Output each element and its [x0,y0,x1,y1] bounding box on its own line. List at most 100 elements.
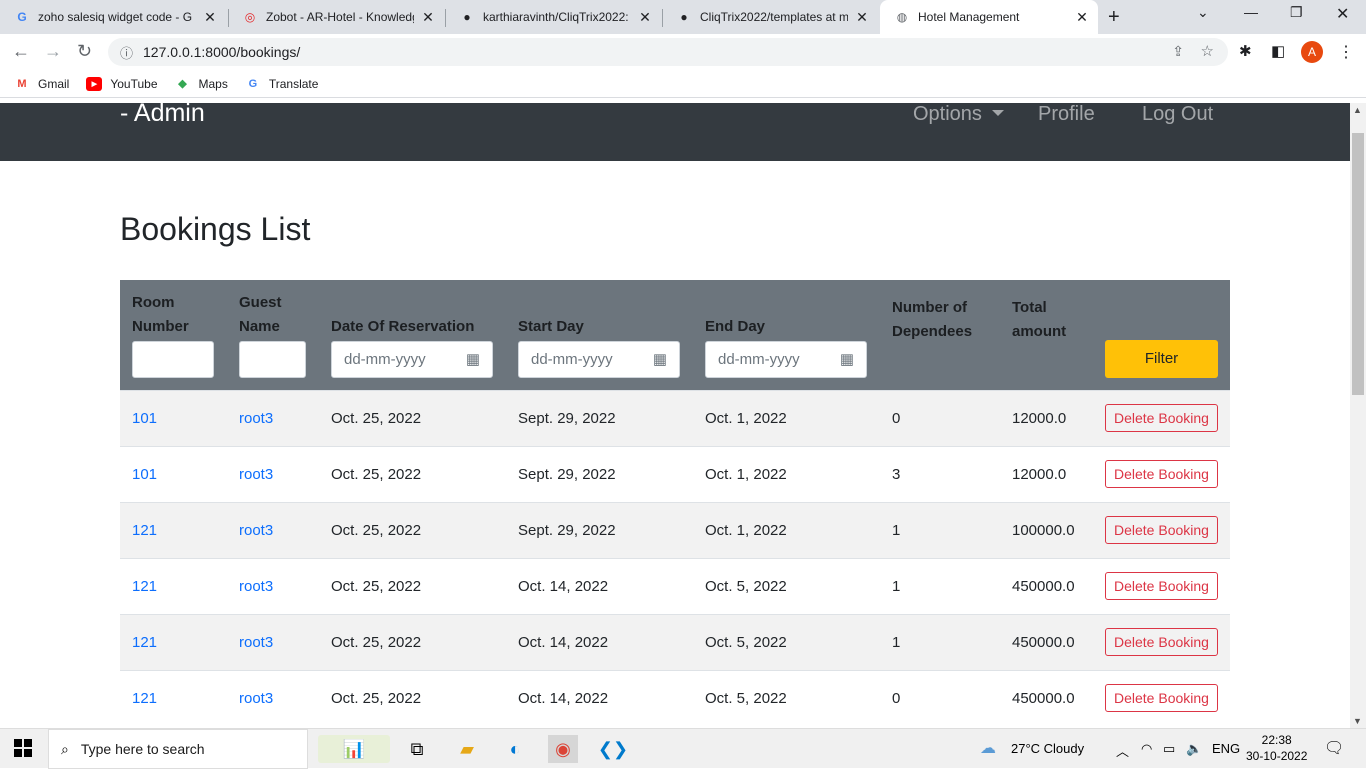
tab-github-repo[interactable]: ● karthiaravinth/CliqTrix2022: C ✕ [445,0,661,34]
guest-name-filter-input[interactable] [239,340,306,378]
vscode-icon[interactable]: ❮❯ [598,735,628,763]
restore-icon[interactable]: ❐ [1290,4,1303,21]
reload-icon[interactable]: ↻ [77,41,92,62]
delete-booking-button[interactable]: Delete Booking [1105,684,1218,713]
close-icon[interactable]: ✕ [202,9,218,26]
network-icon[interactable]: ◠ [1141,741,1152,757]
bookmark-translate[interactable]: G Translate [245,77,319,91]
new-tab-icon[interactable]: + [1108,6,1120,29]
widgets-icon[interactable]: 📊 [318,735,390,763]
room-number-filter-input[interactable] [132,340,214,378]
close-icon[interactable]: ✕ [1074,9,1090,26]
tab-title: CliqTrix2022/templates at ma [700,10,848,24]
info-icon[interactable]: ⓘ [120,43,133,62]
address-bar[interactable]: ⓘ 127.0.0.1:8000/bookings/ ⇪ ☆ [108,38,1228,66]
col-actions: Filter [1093,280,1230,390]
task-view-icon[interactable]: ⧉ [402,735,432,763]
tab-github-templates[interactable]: ● CliqTrix2022/templates at ma ✕ [662,0,878,34]
guest-link[interactable]: root3 [239,466,273,483]
star-icon[interactable]: ☆ [1201,42,1214,60]
back-icon[interactable]: ← [12,41,30,62]
chevron-up-icon[interactable]: ︿ [1116,741,1129,760]
chevron-down-icon[interactable]: ⌄ [1197,4,1209,21]
extensions-icon[interactable]: ✱ [1239,42,1252,60]
scrollbar-thumb[interactable] [1352,133,1364,395]
room-link[interactable]: 121 [132,634,157,651]
scroll-down-icon[interactable]: ▼ [1353,716,1362,726]
start-day-input[interactable]: dd-mm-yyyy ▦ [518,340,680,378]
edge-icon[interactable]: ◐ [500,735,530,763]
nav-options[interactable]: Options [913,103,1004,126]
col-date-of-reservation: Date Of Reservation dd-mm-yyyy ▦ [319,280,506,390]
translate-icon: G [248,77,258,90]
browser-toolbar: ← → ↻ ⓘ 127.0.0.1:8000/bookings/ ⇪ ☆ ✱ ◧ [0,34,1366,70]
delete-booking-button[interactable]: Delete Booking [1105,516,1218,544]
guest-link[interactable]: root3 [239,578,273,595]
language-indicator[interactable]: ENG [1212,741,1240,756]
window-close-icon[interactable]: ✕ [1336,4,1349,24]
github-icon: ● [463,10,471,24]
calendar-icon[interactable]: ▦ [840,350,854,368]
volume-icon[interactable]: 🔈 [1186,741,1202,757]
weather-text[interactable]: 27°C Cloudy [1011,741,1084,756]
cell-actions: Delete Booking [1093,501,1230,558]
cell-guest-name: root3 [227,389,319,446]
room-link[interactable]: 121 [132,578,157,595]
forward-icon[interactable]: → [44,41,62,62]
cell-reservation-date: Oct. 25, 2022 [319,669,506,726]
kebab-menu-icon[interactable]: ⋮ [1338,42,1354,62]
nav-profile[interactable]: Profile [1038,103,1095,126]
bookmark-maps[interactable]: ◆ Maps [175,77,228,91]
clock[interactable]: 22:38 30-10-2022 [1246,732,1307,764]
cell-room-number: 121 [120,557,227,614]
col-start-day: Start Day dd-mm-yyyy ▦ [506,280,693,390]
room-link[interactable]: 101 [132,466,157,483]
notifications-icon[interactable]: 🗨 [1324,738,1344,758]
gmail-icon: M [17,77,27,90]
tab-zobot[interactable]: ◎ Zobot - AR-Hotel - Knowledg ✕ [228,0,444,34]
zobot-icon: ◎ [244,10,256,24]
calendar-icon[interactable]: ▦ [653,350,667,368]
side-panel-icon[interactable]: ◧ [1271,42,1285,60]
windows-start-icon[interactable] [14,739,32,757]
room-link[interactable]: 121 [132,690,157,707]
delete-booking-button[interactable]: Delete Booking [1105,628,1218,656]
delete-booking-button[interactable]: Delete Booking [1105,460,1218,488]
url-text: 127.0.0.1:8000/bookings/ [143,44,301,60]
cell-room-number: 101 [120,389,227,446]
room-link[interactable]: 101 [132,410,157,427]
share-icon[interactable]: ⇪ [1172,43,1184,60]
reservation-date-input[interactable]: dd-mm-yyyy ▦ [331,340,493,378]
minimize-icon[interactable]: — [1244,4,1258,20]
scroll-up-icon[interactable]: ▲ [1353,105,1362,115]
bookmarks-bar: M Gmail ▶ YouTube ◆ Maps G Translate [0,70,1366,98]
guest-link[interactable]: root3 [239,634,273,651]
close-icon[interactable]: ✕ [854,9,870,26]
delete-booking-button[interactable]: Delete Booking [1105,404,1218,432]
file-explorer-icon[interactable]: ▰ [452,735,482,763]
avatar[interactable]: A [1301,41,1323,63]
cell-start-day: Oct. 14, 2022 [506,557,693,614]
guest-link[interactable]: root3 [239,522,273,539]
room-link[interactable]: 121 [132,522,157,539]
scrollbar[interactable]: ▲ ▼ [1350,103,1366,728]
filter-button[interactable]: Filter [1105,339,1218,378]
brand[interactable]: - Admin [120,103,205,128]
taskbar-search[interactable]: ⌕ Type here to search [48,729,308,769]
delete-booking-button[interactable]: Delete Booking [1105,572,1218,600]
nav-logout[interactable]: Log Out [1142,103,1213,126]
guest-link[interactable]: root3 [239,410,273,427]
tab-zoho[interactable]: G zoho salesiq widget code - G ✕ [0,0,226,34]
close-icon[interactable]: ✕ [420,9,436,26]
calendar-icon[interactable]: ▦ [466,350,480,368]
end-day-input[interactable]: dd-mm-yyyy ▦ [705,340,867,378]
bookmark-youtube[interactable]: ▶ YouTube [86,76,158,91]
col-room-number: Room Number [120,280,227,390]
tab-hotel-management[interactable]: ◍ Hotel Management ✕ [880,0,1098,34]
chrome-icon[interactable]: ◉ [548,735,578,763]
guest-link[interactable]: root3 [239,690,273,707]
battery-icon[interactable]: ▭ [1163,741,1175,757]
cell-start-day: Sept. 29, 2022 [506,445,693,502]
close-icon[interactable]: ✕ [637,9,653,26]
bookmark-gmail[interactable]: M Gmail [14,77,69,91]
